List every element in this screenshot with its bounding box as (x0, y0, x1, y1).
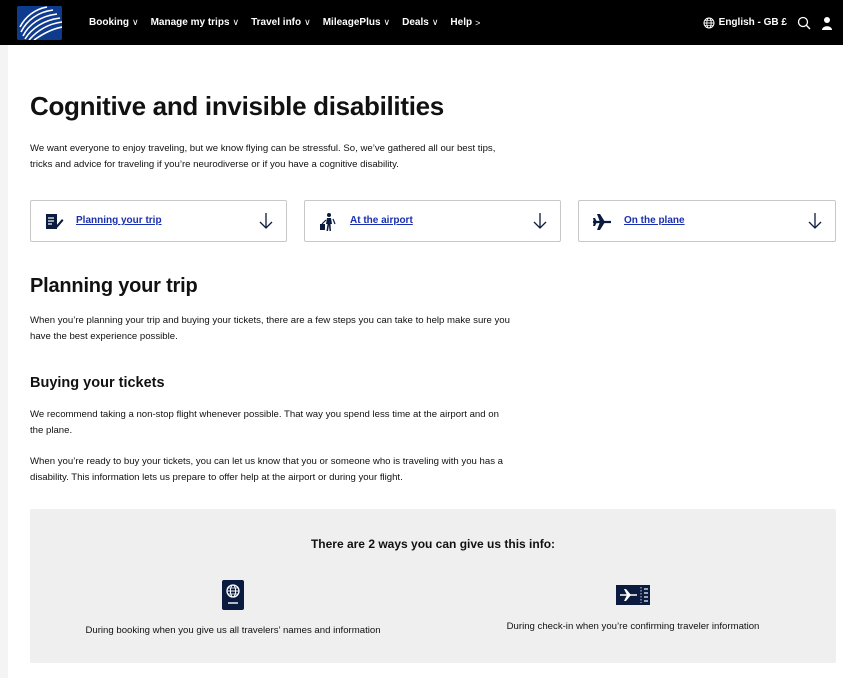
way-item-checkin: During check-in when you’re confirming t… (448, 579, 818, 632)
intro-line: We want everyone to enjoy traveling, but… (30, 143, 496, 154)
paragraph-line: When you’re planning your trip and buyin… (30, 315, 510, 326)
nav-help-label: Help (450, 17, 473, 28)
globe-icon (703, 17, 715, 28)
nav-deals[interactable]: Deals ∨ (402, 17, 438, 28)
card-link-label[interactable]: At the airport (350, 215, 413, 226)
card-planning-your-trip[interactable]: Planning your trip (30, 200, 287, 242)
nav-deals-label: Deals (402, 17, 429, 28)
chevron-down-icon: ∨ (304, 17, 311, 27)
intro-text: We want everyone to enjoy traveling, but… (30, 141, 590, 173)
search-icon[interactable] (797, 16, 811, 30)
buying-paragraph-2: When you’re ready to buy your tickets, y… (30, 454, 590, 486)
chevron-down-icon: ∨ (431, 17, 439, 27)
traveler-luggage-icon (320, 213, 336, 231)
chevron-down-icon: ∨ (383, 17, 391, 27)
way-text: During check-in when you’re confirming t… (506, 621, 760, 632)
united-globe-logo[interactable] (17, 6, 62, 40)
nav-booking[interactable]: Booking ∨ (89, 17, 139, 28)
ways-info-box: There are 2 ways you can give us this in… (30, 509, 836, 663)
nav-manage-trips[interactable]: Manage my trips ∨ (151, 17, 240, 28)
intro-line: tricks and advice for traveling if you’r… (30, 159, 399, 170)
planning-paragraph: When you’re planning your trip and buyin… (30, 313, 590, 345)
card-link-label[interactable]: On the plane (624, 215, 685, 226)
chevron-down-icon: ∨ (132, 17, 139, 27)
language-selector[interactable]: English - GB £ (703, 17, 787, 29)
arrow-down-icon (533, 213, 547, 229)
nav-manage-trips-label: Manage my trips (150, 17, 230, 28)
ways-heading: There are 2 ways you can give us this in… (310, 537, 556, 551)
paragraph-line: When you’re ready to buy your tickets, y… (30, 456, 504, 467)
nav-help[interactable]: Help > (450, 17, 480, 28)
nav-travel-info[interactable]: Travel info ∨ (251, 17, 311, 28)
language-label: English - GB £ (718, 17, 787, 28)
paragraph-line: disability. This information lets us pre… (30, 472, 403, 483)
chevron-right-icon: > (475, 17, 481, 28)
arrow-down-icon (808, 213, 822, 229)
nav-travel-info-label: Travel info (251, 17, 302, 28)
paragraph-line: the plane. (30, 425, 73, 436)
boarding-pass-icon (616, 585, 650, 605)
top-navigation: Booking ∨ Manage my trips ∨ Travel info ∨ M… (0, 0, 843, 45)
buying-paragraph-1: We recommend taking a non-stop flight wh… (30, 407, 590, 439)
card-link-label[interactable]: Planning your trip (76, 215, 162, 226)
nav-mileageplus[interactable]: MileagePlus ∨ (323, 17, 390, 28)
passport-icon (222, 580, 244, 610)
nav-utilities: English - GB £ (703, 0, 833, 45)
clipboard-pen-icon (46, 214, 64, 229)
paragraph-line: have the best experience possible. (30, 331, 178, 342)
main-menu: Booking ∨ Manage my trips ∨ Travel info ∨ M… (89, 0, 492, 45)
nav-booking-label: Booking (89, 17, 129, 28)
arrow-down-icon (259, 213, 273, 229)
page-gutter (0, 45, 8, 678)
page-title: Cognitive and invisible disabilities (30, 91, 444, 121)
account-icon[interactable] (821, 16, 833, 30)
section-title-planning: Planning your trip (30, 275, 198, 297)
paragraph-line: We recommend taking a non-stop flight wh… (30, 409, 499, 420)
airplane-icon (593, 214, 611, 230)
card-on-the-plane[interactable]: On the plane (578, 200, 836, 242)
subsection-title-buying: Buying your tickets (30, 375, 165, 391)
way-text: During booking when you give us all trav… (85, 625, 381, 636)
nav-mileageplus-label: MileagePlus (322, 17, 381, 28)
card-at-the-airport[interactable]: At the airport (304, 200, 561, 242)
way-item-booking: During booking when you give us all trav… (48, 579, 418, 636)
chevron-down-icon: ∨ (232, 17, 240, 27)
